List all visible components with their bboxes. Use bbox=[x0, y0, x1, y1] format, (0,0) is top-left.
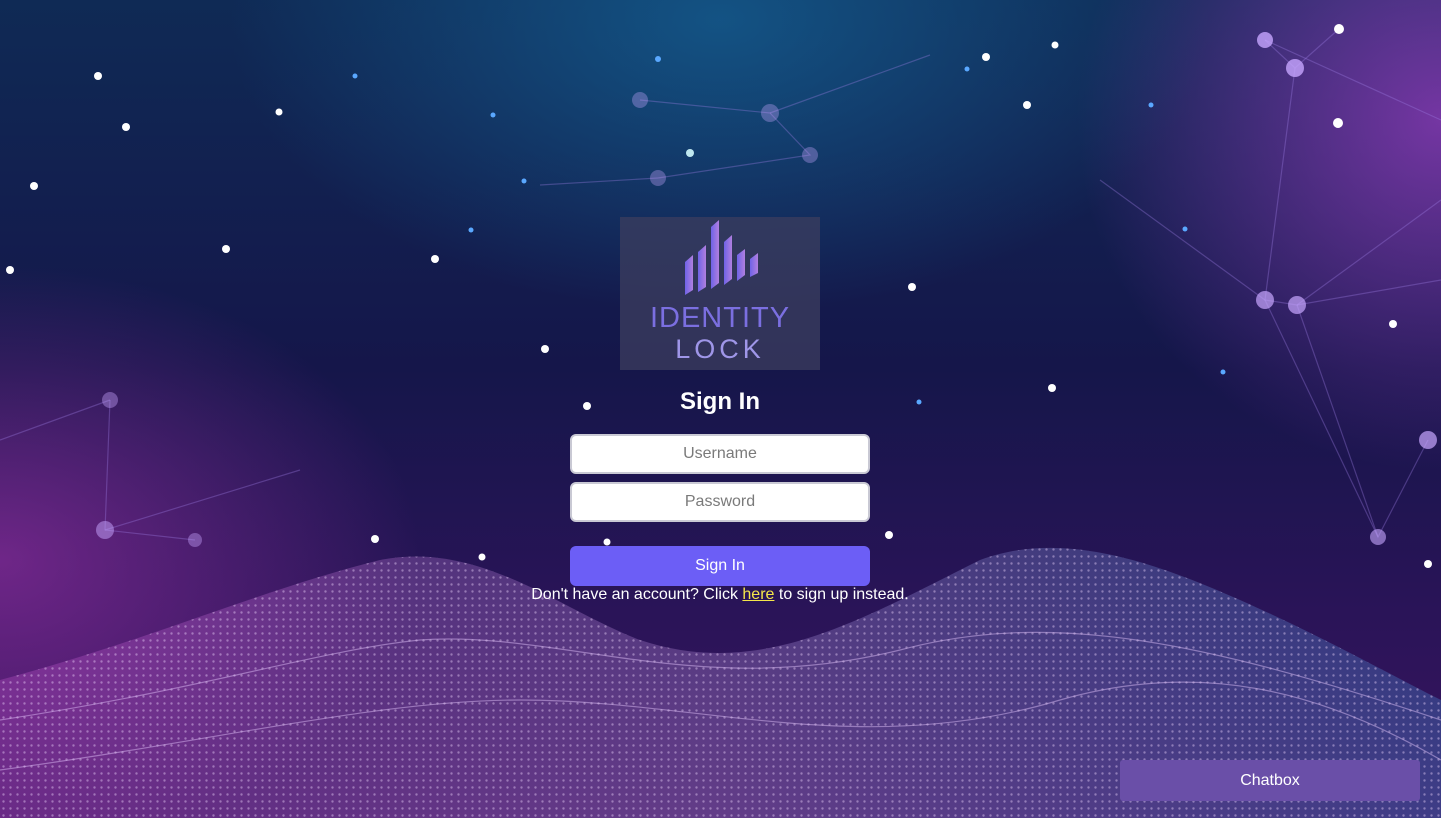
password-input[interactable] bbox=[570, 482, 870, 522]
signup-prefix-text: Don't have an account? Click bbox=[531, 586, 743, 603]
logo-text-lock: LOCK bbox=[675, 334, 765, 364]
signup-prompt: Don't have an account? Click here to sig… bbox=[470, 586, 970, 604]
signup-suffix-text: to sign up instead. bbox=[774, 586, 909, 603]
page-title: Sign In bbox=[680, 388, 760, 415]
sign-in-button[interactable]: Sign In bbox=[570, 546, 870, 586]
username-input[interactable] bbox=[570, 434, 870, 474]
chatbox-button[interactable]: Chatbox bbox=[1120, 760, 1420, 801]
logo: IDENTITY LOCK bbox=[620, 217, 820, 370]
logo-text-identity: IDENTITY bbox=[649, 302, 791, 334]
signup-link[interactable]: here bbox=[742, 586, 774, 603]
